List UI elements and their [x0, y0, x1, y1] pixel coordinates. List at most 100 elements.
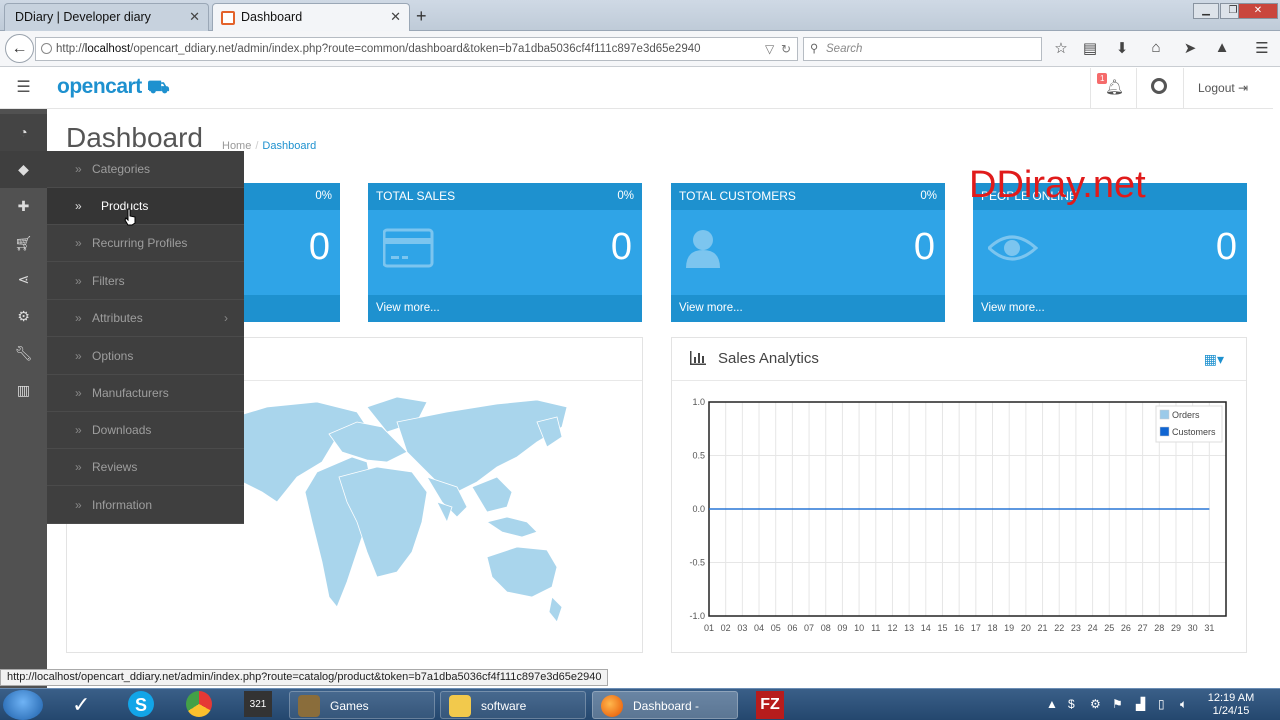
url-rest: /opencart_ddiary.net/admin/index.php?rou…	[130, 43, 701, 55]
submenu-item-label: Reviews	[92, 460, 138, 474]
reading-list-icon[interactable]: ▤	[1080, 39, 1100, 57]
tab-dashboard[interactable]: Dashboard ✕	[212, 3, 410, 31]
calendar-dropdown-icon[interactable]: ▦▾	[1204, 351, 1224, 368]
submenu-item-recurring-profiles[interactable]: » Recurring Profiles	[47, 225, 244, 262]
submenu-item-options[interactable]: » Options	[47, 338, 244, 375]
tray-app-icon[interactable]: $	[1068, 697, 1075, 711]
submenu-item-downloads[interactable]: » Downloads	[47, 412, 244, 449]
home-icon[interactable]: ⌂	[1146, 39, 1166, 56]
firefox-icon	[601, 695, 623, 717]
tile-footer-link[interactable]: View more...	[671, 295, 945, 322]
y-tick-label: 0.5	[692, 451, 705, 461]
menu-icon[interactable]: ☰	[1252, 39, 1272, 57]
checkmark-app-icon[interactable]: ✓	[72, 691, 90, 719]
x-tick-label: 27	[1138, 623, 1148, 633]
tray-flag-icon[interactable]: ⚑	[1112, 697, 1123, 711]
addon-icon[interactable]: ▲	[1212, 39, 1232, 56]
submenu-item-label: Categories	[92, 162, 151, 176]
marketing-share-icon[interactable]: ⋖	[0, 261, 47, 298]
opencart-logo[interactable]: opencart ⛟	[57, 75, 170, 101]
globe-icon	[41, 43, 52, 54]
help-lifering-icon[interactable]	[1151, 78, 1167, 94]
taskbar-clock[interactable]: 12:19 AM 1/24/15	[1206, 692, 1256, 718]
close-tab-icon[interactable]: ✕	[390, 4, 401, 30]
system-gear-icon[interactable]: ⚙	[0, 298, 47, 335]
chevron-right-icon: »	[75, 236, 82, 250]
tile-percent: 0%	[920, 190, 937, 202]
start-button[interactable]	[3, 690, 43, 720]
panel-header: Sales Analytics ▦▾	[672, 338, 1246, 381]
close-tab-icon[interactable]: ✕	[189, 4, 200, 30]
taskbar-firefox[interactable]: Dashboard - Mozi...	[592, 691, 738, 719]
tray-network-icon[interactable]: ⚙	[1090, 697, 1101, 711]
minimize-button[interactable]: ▁	[1193, 3, 1219, 19]
tray-power-icon[interactable]: ▯	[1158, 697, 1165, 711]
catalog-tags-icon[interactable]: ◆	[0, 151, 47, 188]
submenu-item-attributes[interactable]: » Attributes ›	[47, 300, 244, 337]
sales-chart: 1.0 0.5 0.0 -0.5 -1.0 01 02 03 04 05 06 07 08 09 10 11 1…	[689, 397, 1227, 633]
logout-label: Logout	[1198, 81, 1235, 95]
media-player-icon[interactable]: 321	[244, 691, 272, 717]
reports-chart-icon[interactable]: ▥	[0, 372, 47, 409]
filezilla-icon[interactable]: FZ	[756, 691, 784, 719]
x-tick-label: 23	[1071, 623, 1081, 633]
dropdown-icon[interactable]: ▽	[765, 42, 774, 56]
x-tick-label: 29	[1171, 623, 1181, 633]
url-host: localhost	[84, 43, 131, 55]
back-button[interactable]: ←	[5, 34, 34, 63]
reload-icon[interactable]: ↻	[781, 42, 791, 56]
submenu-item-filters[interactable]: » Filters	[47, 263, 244, 300]
logout-link[interactable]: Logout ⇥	[1198, 81, 1248, 95]
tile-footer-link[interactable]: View more...	[368, 295, 642, 322]
tile-footer-link[interactable]: View more...	[973, 295, 1247, 322]
dashboard-icon[interactable]: ◔	[0, 114, 47, 151]
submenu-item-manufacturers[interactable]: » Manufacturers	[47, 375, 244, 412]
tray-signal-icon[interactable]: ▟	[1136, 697, 1145, 711]
submenu-item-label: Options	[92, 349, 134, 363]
new-tab-button[interactable]: +	[416, 3, 427, 29]
windows-taskbar: ✓ S 321 Games software Dashboard - Mozi.…	[0, 688, 1280, 720]
chevron-right-icon: »	[75, 311, 82, 325]
tray-volume-icon[interactable]: 🔈︎	[1180, 697, 1187, 712]
cart-icon: ⛟	[147, 77, 170, 97]
chevron-right-icon: ›	[224, 311, 228, 325]
tile-percent: 0%	[315, 190, 332, 202]
tile-value: 0	[913, 226, 935, 268]
x-tick-label: 14	[921, 623, 931, 633]
bell-icon[interactable]: 🔔︎	[1105, 78, 1124, 96]
menu-toggle-icon[interactable]: ☰	[0, 68, 47, 109]
tile-total-sales: Total Sales 0% 0 View more...	[368, 183, 642, 322]
close-window-button[interactable]: ✕	[1238, 3, 1278, 19]
sales-cart-icon[interactable]: 🛒︎	[0, 225, 47, 262]
send-icon[interactable]: ➤	[1180, 39, 1200, 57]
chevron-right-icon: »	[75, 498, 82, 512]
header-divider	[1136, 68, 1137, 109]
taskbar-software[interactable]: software	[440, 691, 586, 719]
watermark-text: DDiray.net	[969, 164, 1146, 206]
breadcrumb-current[interactable]: Dashboard	[262, 140, 316, 152]
search-input[interactable]: ⚲ Search	[803, 37, 1042, 61]
header-divider	[1090, 68, 1091, 109]
tools-wrench-icon[interactable]: 🔧︎	[0, 335, 47, 372]
bookmark-star-icon[interactable]: ☆	[1051, 39, 1071, 57]
x-tick-label: 07	[804, 623, 814, 633]
submenu-item-reviews[interactable]: » Reviews	[47, 449, 244, 486]
x-tick-label: 02	[721, 623, 731, 633]
taskbar-games[interactable]: Games	[289, 691, 435, 719]
tile-title: Total Sales	[376, 189, 456, 203]
chrome-icon[interactable]	[186, 691, 212, 717]
tab-ddiary[interactable]: DDiary | Developer diary ✕	[4, 3, 209, 31]
skype-icon[interactable]: S	[128, 691, 154, 717]
extensions-puzzle-icon[interactable]: ✚	[0, 188, 47, 225]
bar-chart-icon	[690, 351, 706, 365]
tray-up-arrow-icon[interactable]: ▲	[1046, 697, 1058, 711]
submenu-item-information[interactable]: » Information	[47, 487, 244, 524]
submenu-item-categories[interactable]: » Categories	[47, 151, 244, 188]
legend-label: Orders	[1172, 410, 1200, 420]
y-tick-label: -0.5	[689, 558, 705, 568]
url-bar[interactable]: http://localhost/opencart_ddiary.net/adm…	[35, 37, 798, 61]
submenu-item-label: Recurring Profiles	[92, 236, 188, 250]
download-icon[interactable]: ⬇	[1112, 39, 1132, 57]
submenu-item-products[interactable]: » Products	[47, 188, 244, 225]
chevron-right-icon: »	[75, 199, 82, 213]
